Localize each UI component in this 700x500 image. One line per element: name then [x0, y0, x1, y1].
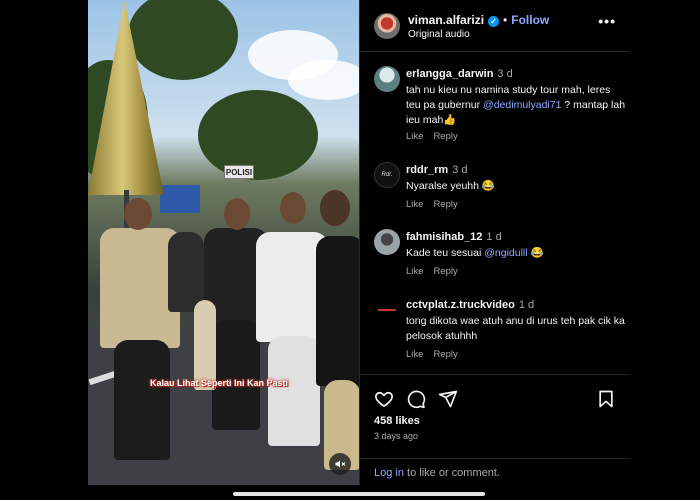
person-head: [224, 198, 250, 230]
avatar-logo: [378, 309, 396, 311]
follow-button[interactable]: Follow: [511, 13, 549, 27]
cloud: [288, 60, 359, 100]
comment-author: cctvplat.z.truckvideo 1 d: [406, 299, 534, 311]
person-head: [280, 192, 306, 224]
comment-username[interactable]: cctvplat.z.truckvideo: [406, 299, 515, 311]
heart-icon[interactable]: [374, 389, 394, 409]
post-actions: 458 likes 3 days ago Log in to like or c…: [360, 374, 630, 486]
comment-username[interactable]: fahmisihab_12: [406, 231, 482, 243]
audio-label[interactable]: Original audio: [408, 29, 470, 40]
login-prompt: Log in to like or comment.: [360, 458, 630, 488]
avatar[interactable]: [374, 66, 400, 92]
person: [316, 236, 359, 386]
comment-body: tong dikota wae atuh anu di urus teh pak…: [406, 315, 625, 342]
avatar[interactable]: Rdr.: [374, 162, 400, 188]
like-comment-button[interactable]: Like: [406, 131, 423, 142]
login-link[interactable]: Log in: [374, 467, 404, 479]
reply-button[interactable]: Reply: [433, 349, 457, 360]
like-comment-button[interactable]: Like: [406, 349, 423, 360]
avatar[interactable]: [374, 297, 400, 323]
mute-button[interactable]: [329, 453, 351, 475]
comment-body: 😂: [527, 247, 544, 259]
avatar[interactable]: [374, 13, 400, 39]
tree: [198, 90, 318, 180]
person-head: [320, 190, 350, 226]
mute-icon: [335, 460, 346, 468]
comment-author: fahmisihab_12 1 d: [406, 231, 502, 243]
post-panel: viman.alfarizi ✓ • Follow Original audio ••…: [359, 0, 630, 485]
author-username[interactable]: viman.alfarizi: [408, 13, 484, 27]
person: [212, 320, 260, 430]
avatar[interactable]: [374, 229, 400, 255]
police-sign: POLISI: [224, 165, 254, 179]
comment-username[interactable]: erlangga_darwin: [406, 68, 493, 80]
person-head: [124, 198, 152, 230]
comment-time: 3 d: [497, 68, 513, 80]
comment-time: 1 d: [518, 299, 535, 311]
verified-icon: ✓: [488, 16, 500, 27]
more-options-button[interactable]: •••: [598, 13, 616, 29]
comment-text: Nyaralse yeuhh 😂: [406, 179, 626, 194]
reply-button[interactable]: Reply: [433, 131, 457, 142]
comment-text: Kade teu sesuai @ngidulll 😂: [406, 246, 626, 261]
post-video[interactable]: POLISI Kalau Lihat Seperti Ini Kan Pasti: [88, 0, 359, 485]
comment-author: erlangga_darwin 3 d: [406, 68, 513, 80]
person: [268, 336, 320, 446]
login-prompt-text: to like or comment.: [403, 467, 500, 479]
like-comment-button[interactable]: Like: [406, 199, 423, 210]
comment-actions: Like Reply: [406, 266, 468, 277]
person: [168, 232, 204, 312]
comment-actions: Like Reply: [406, 199, 468, 210]
comment-time: 3 d: [452, 164, 468, 176]
comment-actions: Like Reply: [406, 349, 468, 360]
comment-list: erlangga_darwin 3 d tah nu kieu nu namina…: [360, 52, 630, 374]
comment-body: Kade teu sesuai: [406, 247, 485, 259]
comment-username[interactable]: rddr_rm: [406, 164, 448, 176]
mention-link[interactable]: @dedimulyadi71: [483, 99, 561, 111]
person: [114, 340, 170, 460]
comment-text: tah nu kieu nu namina study tour mah, le…: [406, 83, 626, 128]
post-header: viman.alfarizi ✓ • Follow Original audio ••…: [360, 0, 630, 52]
person: [194, 300, 216, 390]
comment-author: rddr_rm 3 d: [406, 164, 467, 176]
avatar-logo: Rdr.: [381, 172, 393, 178]
like-comment-button[interactable]: Like: [406, 266, 423, 277]
reply-button[interactable]: Reply: [433, 199, 457, 210]
comment-icon[interactable]: [406, 389, 426, 409]
post-author: viman.alfarizi ✓ • Follow: [408, 13, 549, 27]
bookmark-icon[interactable]: [596, 389, 616, 409]
comment-time: 1 d: [486, 231, 502, 243]
tree: [128, 0, 238, 80]
like-count[interactable]: 458 likes: [374, 415, 420, 427]
mention-link[interactable]: @ngidulll: [484, 247, 527, 259]
video-caption: Kalau Lihat Seperti Ini Kan Pasti: [150, 378, 289, 388]
share-icon[interactable]: [438, 389, 458, 409]
comment-text: tong dikota wae atuh anu di urus teh pak…: [406, 314, 626, 344]
post-timestamp[interactable]: 3 days ago: [374, 431, 418, 441]
comment-body: Nyaralse yeuhh 😂: [406, 180, 495, 192]
banner: [160, 185, 200, 213]
separator-dot: •: [503, 13, 508, 27]
home-indicator[interactable]: [233, 492, 485, 496]
comment-actions: Like Reply: [406, 131, 468, 142]
reply-button[interactable]: Reply: [433, 266, 457, 277]
